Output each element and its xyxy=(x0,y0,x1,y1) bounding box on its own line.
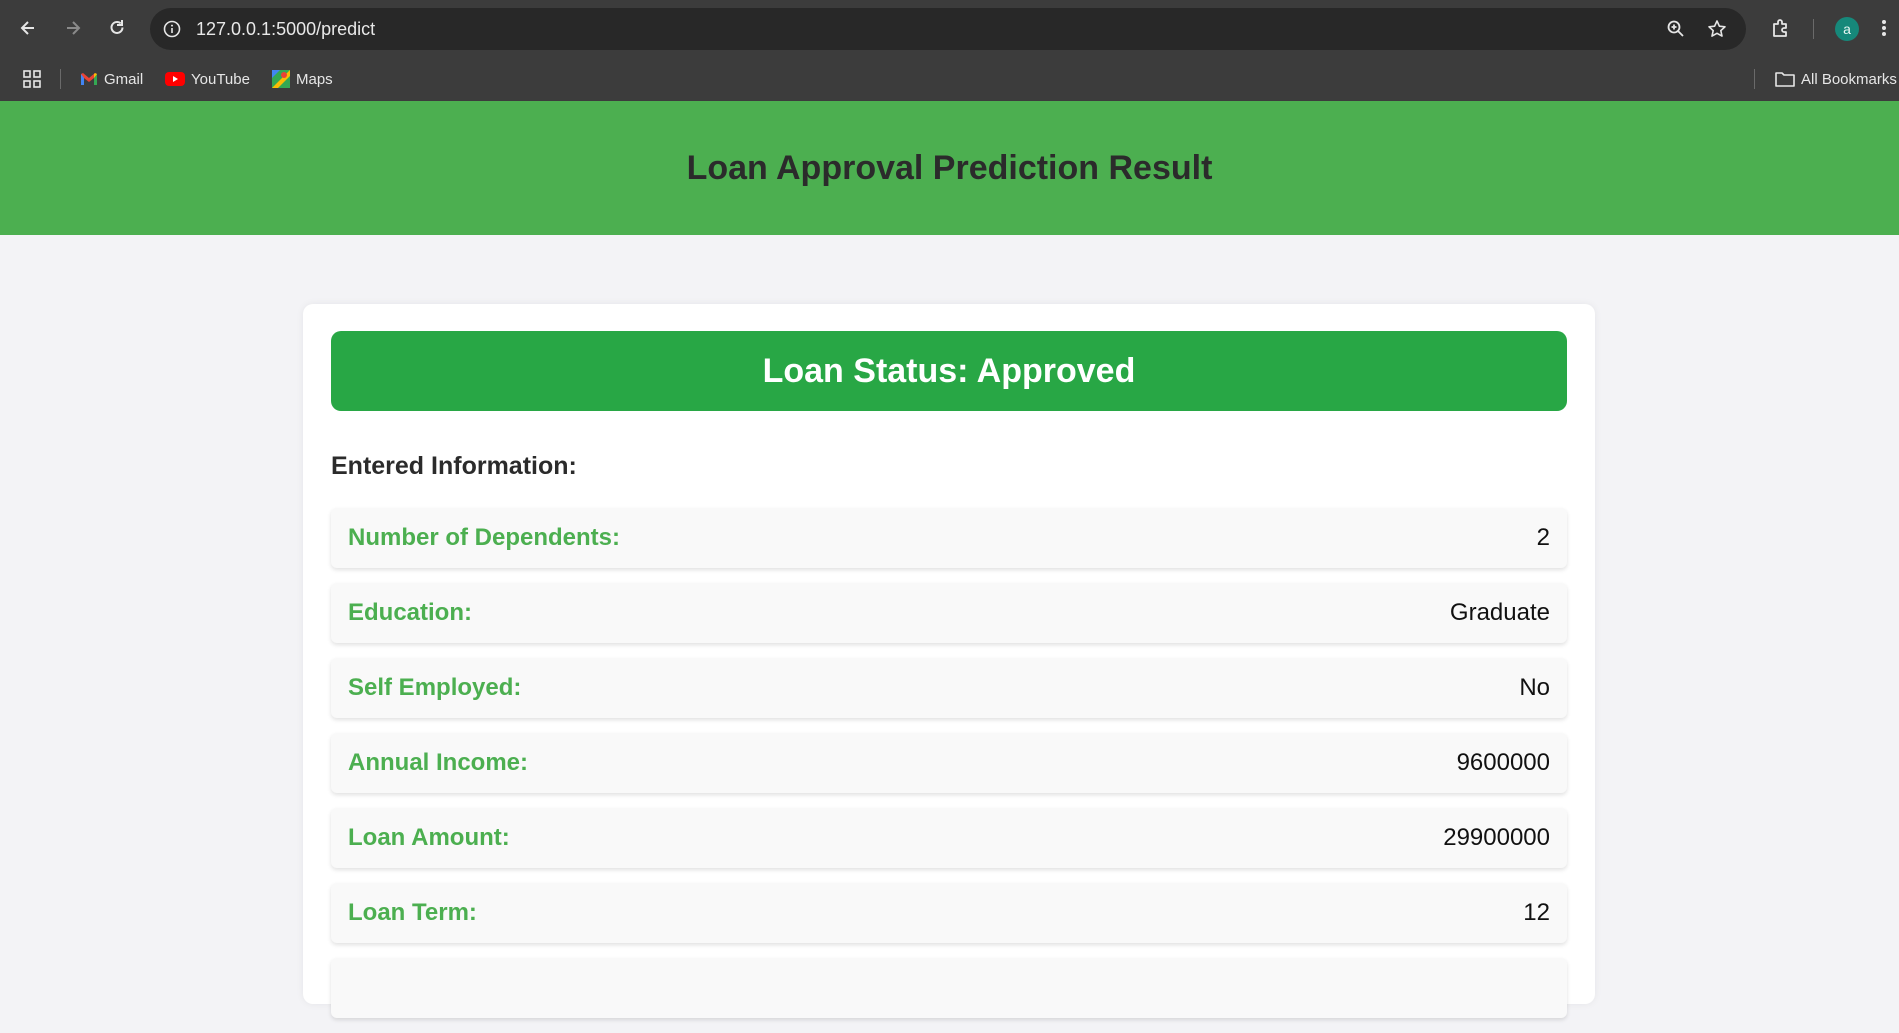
info-label: Loan Term: xyxy=(348,899,477,926)
folder-icon xyxy=(1775,72,1795,87)
url-text[interactable]: 127.0.0.1:5000/predict xyxy=(196,19,375,40)
info-label: Loan Amount: xyxy=(348,824,510,851)
info-row-education: Education: Graduate xyxy=(331,583,1567,643)
back-button[interactable] xyxy=(13,13,43,43)
browser-toolbar: 127.0.0.1:5000/predict a xyxy=(0,0,1899,58)
zoom-button[interactable] xyxy=(1664,17,1688,41)
bookmark-label: YouTube xyxy=(191,70,250,88)
forward-button[interactable] xyxy=(58,13,88,43)
loan-status-banner: Loan Status: Approved xyxy=(331,331,1567,411)
address-bar[interactable]: 127.0.0.1:5000/predict xyxy=(150,8,1746,50)
entered-info-list: Number of Dependents: 2 Education: Gradu… xyxy=(331,508,1567,1033)
info-value: 9600000 xyxy=(1456,749,1550,776)
info-row-loan-term: Loan Term: 12 xyxy=(331,883,1567,943)
bookmark-label: Gmail xyxy=(104,70,144,88)
gmail-icon xyxy=(81,73,97,85)
section-title: Entered Information: xyxy=(331,452,577,480)
profile-avatar[interactable]: a xyxy=(1835,17,1859,41)
info-value: Graduate xyxy=(1449,599,1550,626)
page-title: Loan Approval Prediction Result xyxy=(686,148,1213,187)
reload-icon xyxy=(110,20,124,34)
menu-button[interactable] xyxy=(1874,14,1894,42)
info-value: No xyxy=(1519,674,1550,701)
info-value: 2 xyxy=(1536,524,1550,551)
info-row-loan-amount: Loan Amount: 29900000 xyxy=(331,808,1567,868)
forward-icon xyxy=(67,21,81,35)
bookmarks-bar: Gmail YouTube Maps All Bookmarks xyxy=(0,58,1899,102)
youtube-icon xyxy=(165,72,185,86)
info-value: 12 xyxy=(1523,899,1550,926)
all-bookmarks-button[interactable]: All Bookmarks xyxy=(1775,67,1897,91)
apps-icon xyxy=(23,70,41,88)
toolbar-divider xyxy=(1813,19,1814,39)
bookmark-gmail[interactable]: Gmail xyxy=(80,67,143,91)
page-header: Loan Approval Prediction Result xyxy=(0,101,1899,235)
info-row-annual-income: Annual Income: 9600000 xyxy=(331,733,1567,793)
extensions-button[interactable] xyxy=(1767,14,1795,42)
bookmarks-divider xyxy=(1754,69,1755,89)
info-label: Annual Income: xyxy=(348,749,529,776)
back-icon xyxy=(20,21,34,35)
info-row-partial xyxy=(331,958,1567,1018)
bookmarks-divider xyxy=(60,69,61,89)
site-info-button[interactable] xyxy=(160,17,184,41)
menu-icon xyxy=(1882,20,1886,36)
all-bookmarks-label: All Bookmarks xyxy=(1801,70,1897,88)
bookmark-label: Maps xyxy=(296,70,333,88)
extensions-icon xyxy=(1773,19,1787,37)
info-row-self-employed: Self Employed: No xyxy=(331,658,1567,718)
apps-button[interactable] xyxy=(22,67,42,91)
bookmark-maps[interactable]: Maps xyxy=(272,67,333,91)
site-info-icon xyxy=(163,20,181,38)
maps-icon xyxy=(272,70,290,88)
star-icon xyxy=(1708,20,1726,37)
info-label: Education: xyxy=(348,599,472,626)
info-label: Number of Dependents: xyxy=(348,524,621,551)
zoom-icon xyxy=(1667,20,1684,37)
info-value: 29900000 xyxy=(1443,824,1550,851)
bookmark-youtube[interactable]: YouTube xyxy=(165,67,250,91)
info-label: Self Employed: xyxy=(348,674,522,701)
bookmark-star-button[interactable] xyxy=(1705,17,1729,41)
info-row-dependents: Number of Dependents: 2 xyxy=(331,508,1567,568)
reload-button[interactable] xyxy=(102,13,132,43)
result-card: Loan Status: Approved Entered Informatio… xyxy=(303,304,1595,1018)
